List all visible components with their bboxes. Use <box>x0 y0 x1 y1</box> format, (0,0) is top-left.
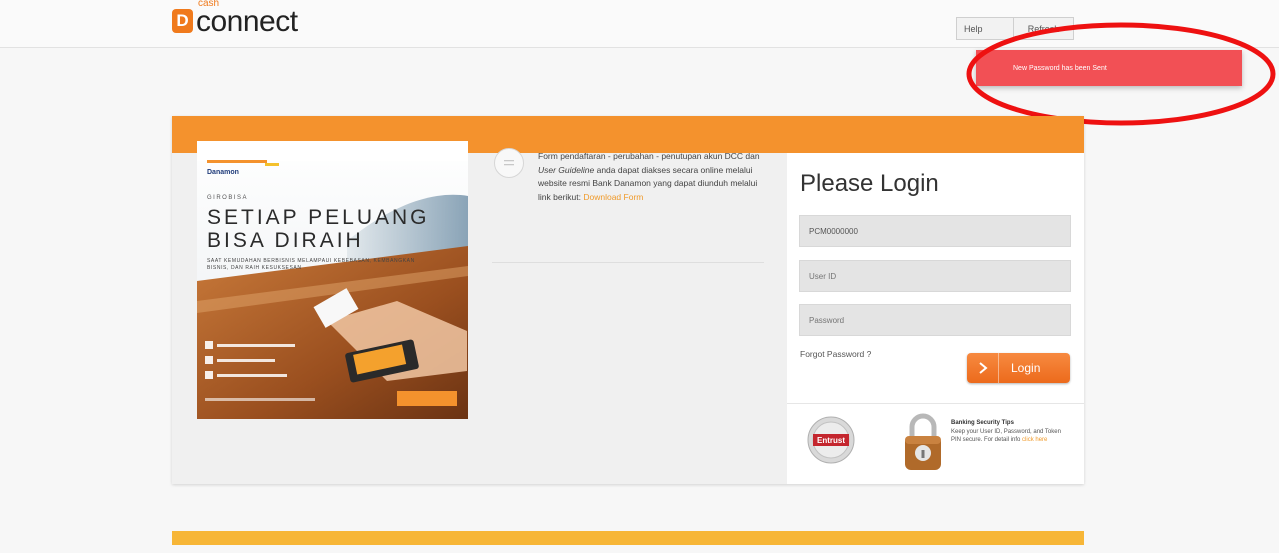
security-tips-link[interactable]: click here <box>1022 437 1047 443</box>
password-field[interactable] <box>799 304 1071 336</box>
promo-corner-badge <box>397 391 457 406</box>
padlock-icon <box>905 413 941 470</box>
company-id-field[interactable] <box>799 215 1071 247</box>
form-icon <box>494 148 524 178</box>
main-card: Danamon GIROBISA SETIAP PELUANG BISA DIR… <box>172 116 1084 484</box>
promo-subhead: SAAT KEMUDAHAN BERBISNIS MELAMPAUI KEBEB… <box>207 258 415 271</box>
promo-headline-1: SETIAP PELUANG <box>207 206 430 229</box>
login-divider <box>787 403 1084 404</box>
chevron-right-icon <box>967 353 999 383</box>
promo-headline-2: BISA DIRAIH <box>207 229 364 252</box>
info-text: Form pendaftaran - perubahan - penutupan… <box>538 150 763 204</box>
security-tips: Banking Security Tips Keep your User ID,… <box>951 419 1063 445</box>
logo-wordmark: cash connect <box>196 0 298 38</box>
user-id-field[interactable] <box>799 260 1071 292</box>
logo-badge: D <box>172 9 193 33</box>
annotation-ellipse <box>966 22 1276 126</box>
promo-feature-item <box>205 371 325 379</box>
logo-connect-text: connect <box>196 5 298 38</box>
logo-cash-text: cash <box>198 0 220 9</box>
svg-text:Entrust: Entrust <box>817 436 845 445</box>
login-button-label: Login <box>1011 361 1041 375</box>
login-title: Please Login <box>800 170 939 197</box>
promo-feature-item <box>205 341 325 349</box>
info-text-part-1: Form pendaftaran - perubahan - penutupan… <box>538 151 760 161</box>
login-button[interactable]: Login <box>967 353 1070 383</box>
promo-fine-print <box>205 398 315 401</box>
info-text-emphasis: User Guideline <box>538 164 595 175</box>
download-form-link[interactable]: Download Form <box>583 192 643 202</box>
promo-kicker: GIROBISA <box>207 195 249 201</box>
security-tips-title: Banking Security Tips <box>951 420 1014 426</box>
promo-brand: Danamon <box>207 169 239 176</box>
promo-feature-list <box>205 341 325 386</box>
promo-banner[interactable]: Danamon GIROBISA SETIAP PELUANG BISA DIR… <box>197 141 468 419</box>
footer-band <box>172 531 1084 545</box>
forgot-password-link[interactable]: Forgot Password ? <box>800 349 871 359</box>
entrust-seal-icon[interactable]: Entrust <box>807 416 855 464</box>
cashconnect-logo[interactable]: D cash connect <box>172 0 298 38</box>
login-panel: Please Login Forgot Password ? Login Ent… <box>787 153 1084 484</box>
info-divider <box>492 262 764 263</box>
promo-feature-item <box>205 356 325 364</box>
